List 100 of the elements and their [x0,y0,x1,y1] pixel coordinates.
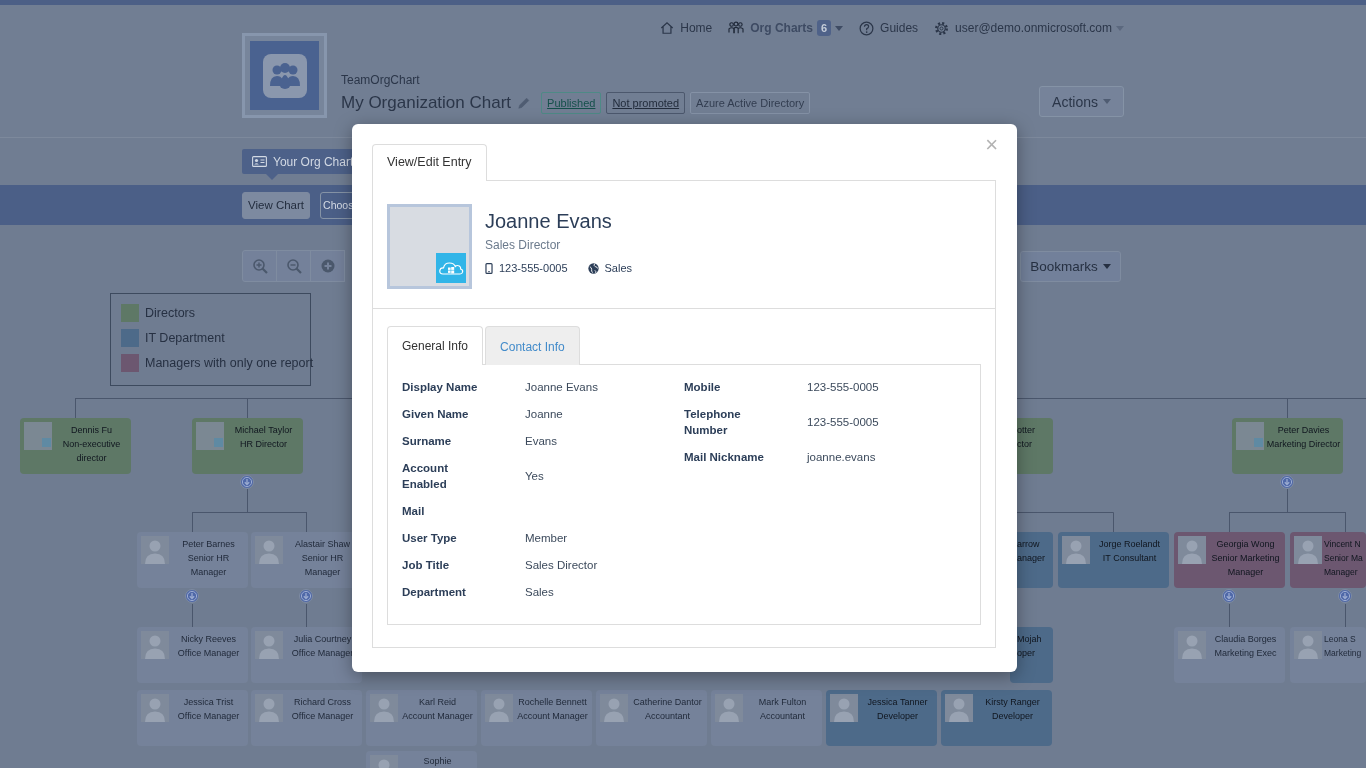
node-name: Sophie [423,756,452,767]
field-value: 123-555-0005 [807,415,880,430]
job-title: Sales Director [485,238,562,252]
node-title: Developer [992,710,1033,723]
field-value: Member [525,531,569,546]
field-label: Telephone Number [684,407,742,438]
chart-node[interactable]: Jessica Tanner Developer [826,690,937,746]
node-title: Senior Ma Manager [1324,552,1364,579]
node-name: Mark Fulton [758,696,807,709]
id-card-icon [252,156,267,167]
chart-node[interactable]: Sophie [366,751,477,768]
avatar-icon [1294,631,1322,659]
node-name: Leona S [1324,633,1356,646]
node-title: Office Manager [177,710,240,723]
node-name: Jessica Trist [183,696,234,709]
people-icon [728,21,745,35]
expand-icon[interactable] [1338,589,1352,603]
node-title: Marketing [1324,647,1362,660]
node-name: Richard Cross [294,696,351,709]
node-title: Account Manager [402,710,473,723]
zoom-out-icon [285,258,302,274]
zoom-button[interactable] [242,250,277,282]
expand-icon[interactable] [299,589,313,603]
chart-title: My Organization Chart [341,93,512,113]
field-value: 123-555-0005 [807,380,880,395]
node-title: Accountant [645,710,690,723]
node-title: Marketing Exec [1214,647,1277,660]
status-tag[interactable]: Published [541,92,602,114]
chart-node[interactable]: Richard Cross Office Manager [251,690,362,746]
avatar-icon [830,694,858,722]
dialog-tab[interactable]: View/Edit Entry [372,144,487,181]
node-title: Office Manager [291,710,354,723]
node-name: Nicky Reeves [181,633,236,646]
department-text: Sales [604,262,633,274]
nav-link[interactable]: Guides [859,20,919,36]
avatar-icon [715,694,743,722]
chart-node[interactable]: Karl Reid Account Manager [366,690,477,746]
bookmarks-button[interactable]: Bookmarks [1020,251,1121,282]
actions-button[interactable]: Actions [1039,86,1124,117]
node-title: HR Director [240,438,287,451]
node-name: Catherine Dantor [633,696,702,709]
chart-node[interactable]: Peter Davies Marketing Director [1232,418,1343,474]
node-title: Senior Marketing Manager [1210,552,1281,579]
node-title: IT Consultant [1102,552,1157,565]
edit-icon[interactable] [517,96,532,110]
field-label: Department [402,585,467,600]
field-label: Mail Nickname [684,450,765,465]
status-tag[interactable]: Not promoted [606,92,686,114]
chart-node[interactable]: Kirsty Ranger Developer [941,690,1052,746]
chart-node[interactable]: Nicky Reeves Office Manager [137,627,248,683]
info-tab[interactable]: Contact Info [485,326,580,365]
legend-label: IT Department [145,331,225,345]
node-name: Karl Reid [419,696,456,709]
caret-icon [1102,264,1111,269]
globe-icon [587,262,599,274]
avatar-icon [255,694,283,722]
chart-node[interactable]: Claudia Borges Marketing Exec [1174,627,1285,683]
nav-link[interactable]: user@demo.onmicrosoft.com [934,20,1112,36]
nav-link[interactable]: Home [660,21,713,35]
chart-node[interactable]: Mark Fulton Accountant [711,690,822,746]
chart-node[interactable]: Jorge Roelandt IT Consultant [1058,532,1169,588]
chart-node[interactable]: Peter Barnes Senior HR Manager [137,532,248,588]
expand-icon[interactable] [240,475,254,489]
info-tab[interactable]: General Info [387,326,484,365]
app-name: TeamOrgChart [341,73,421,87]
chart-node[interactable]: Catherine Dantor Accountant [596,690,707,746]
zoom-button[interactable] [276,250,311,282]
toolbar-button[interactable]: View Chart [242,191,311,219]
expand-icon[interactable] [185,589,199,603]
avatar-icon [141,536,169,564]
chart-node[interactable]: Michael Taylor HR Director [192,418,303,474]
node-name: Jessica Tanner [867,696,928,709]
node-name: Dennis Fu [71,424,112,437]
node-title: Developer [877,710,918,723]
field-value: Joanne [525,407,564,422]
expand-icon[interactable] [1222,589,1236,603]
node-name: Claudia Borges [1214,633,1277,646]
expand-icon[interactable] [1280,475,1294,489]
avatar-icon [141,631,169,659]
close-button[interactable]: × [981,133,1002,157]
chart-node[interactable]: Jessica Trist Office Manager [137,690,248,746]
connector-line [1345,603,1346,628]
mobile-phone-icon [485,262,493,274]
status-tag[interactable]: Azure Active Directory [690,92,811,114]
node-title: Non-executive director [61,438,122,465]
chart-node[interactable]: Julia Courtney Office Manager [251,627,362,683]
node-title: Marketing Director [1266,438,1341,451]
avatar-icon [141,694,169,722]
avatar-icon [370,694,398,722]
chart-node[interactable]: Georgia Wong Senior Marketing Manager [1174,532,1285,588]
caret-icon[interactable] [835,25,844,31]
chart-node[interactable]: Vincent N Senior Ma Manager [1290,532,1366,588]
phone-number: 123-555-0005 [499,262,568,274]
avatar-icon [1178,631,1206,659]
node-name: Peter Davies [1277,424,1330,437]
chart-node[interactable]: Dennis Fu Non-executive director [20,418,131,474]
chart-node[interactable]: Rochelle Bennett Account Manager [481,690,592,746]
chart-node[interactable]: Leona S Marketing [1290,627,1366,683]
zoom-button[interactable] [310,250,345,282]
avatar-icon [600,694,628,722]
